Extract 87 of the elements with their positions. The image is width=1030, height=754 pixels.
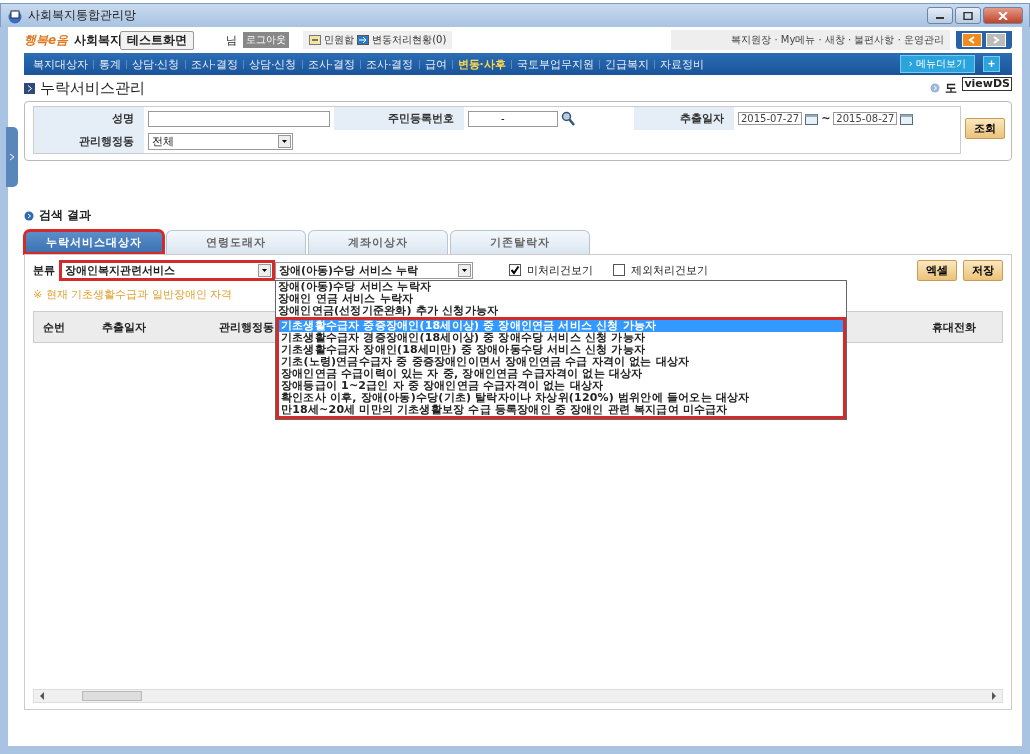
header-link[interactable]: 민원함 [324,33,355,47]
caret-icon [458,263,471,277]
filter-label: 분류 [33,262,55,278]
mailbox-icon [309,35,322,45]
nav-item[interactable]: 통계 [94,56,126,72]
nav-item[interactable]: 복지대상자 [28,56,93,72]
app-icon [7,7,23,24]
date-from-field[interactable]: 2015-07-27 [738,112,803,125]
scroll-left-icon[interactable] [38,692,46,700]
date-separator: ~ [821,112,831,125]
column-header: 추출일자 [101,319,147,335]
nav-item[interactable]: 상담·신청 [127,56,185,72]
field-label: 성명 [34,107,144,130]
nav-item[interactable]: 긴급복지 [599,56,654,72]
dropdown-option[interactable]: 장애등급이 1~2급인 자 중 장애인연금 수급자격이 없는 대상자 [276,379,846,392]
nav-item[interactable]: 국토부업무지원 [511,56,599,72]
subtype-select[interactable]: 장애(아동)수당 서비스 누락 [275,261,473,279]
chevron-right-icon [9,153,15,161]
field-label: 주민등록번호 [334,107,464,130]
nav-item[interactable]: 조사·결정 [185,56,243,72]
checkbox[interactable] [613,264,625,276]
dropdown-option[interactable]: 기초(노령)연금수급자 중 중증장애인이면서 장애인연금 수급 자격이 없는 대상자 [276,355,846,368]
logout-button[interactable]: 로그아웃 [243,32,290,48]
tab[interactable]: 기존탈락자 [450,230,590,254]
tooltip: viewDS [962,77,1012,91]
logo: 행복e음 [24,31,69,49]
nav-item[interactable]: 조사·결정 [361,56,419,72]
dropdown-option[interactable]: 만18세~20세 미만의 기초생활보장 수급 등록장애인 중 장애인 관련 복지급여 미수급자 [276,403,846,419]
tab[interactable]: 연령도래자 [166,230,306,254]
category-select[interactable]: 장애인복지관련서비스 [61,261,273,279]
district-select[interactable]: 전체 [148,133,293,150]
arrow-box-icon [357,35,370,45]
circle-bullet-icon [930,83,941,93]
dropdown-option[interactable]: 장애인연금 수급이력이 있는 자 중, 장애인연금 수급자격이 없는 대상자 [276,367,846,380]
nav-item[interactable]: 조사·결정 [302,56,360,72]
sidebar-toggle[interactable] [6,127,18,187]
column-header: 순번 [42,319,66,335]
test-badge: 테스트화면 [120,30,195,50]
section-title: 검색 결과 [39,207,92,224]
column-header: 휴대전화 [931,319,977,335]
action-button[interactable]: 저장 [963,259,1003,281]
quick-links[interactable]: 복지원장 · My메뉴 · 새창 · 불편사항 · 운영관리 [671,30,950,50]
nav-item[interactable]: 급여 [419,56,452,72]
notice-text: ※ 현재 기초생활수급과 일반장애인 자격 [33,287,233,303]
tab[interactable]: 계좌이상자 [308,230,448,254]
dropdown-option[interactable]: 장애인연금(선정기준완화) 추가 신청가능자 [276,304,846,317]
circle-bullet-icon [24,210,34,221]
dropdown-option[interactable]: 확인조사 이후, 장애(아동)수당(기초) 탈락자이나 차상위(120%) 범위안에 들어오는 대상자 [276,391,846,404]
chevron-right-icon [992,36,1000,44]
minimize-button[interactable] [927,7,953,24]
page-title: 누락서비스관리 [40,78,145,98]
close-icon [998,11,1008,20]
field-label: 관리행정동 [34,130,144,153]
dropdown-option[interactable]: 장애인 연금 서비스 누락자 [276,292,846,305]
title-bullet-icon [24,82,35,94]
action-button[interactable]: 엑셀 [917,259,957,281]
horizontal-scrollbar[interactable] [33,689,1003,703]
help-link[interactable]: 도 [945,79,958,97]
date-to-field[interactable]: 2015-08-27 [833,112,898,125]
nav-item[interactable]: 변동·사후 [452,56,511,72]
scroll-thumb[interactable] [82,691,142,701]
header-link[interactable]: 변동처리현황(0) [372,33,447,47]
dropdown-option[interactable]: 장애(아동)수당 서비스 누락자 [276,280,846,293]
checkbox[interactable] [509,264,521,276]
search-icon[interactable] [561,111,575,126]
close-button[interactable] [983,7,1023,24]
tab[interactable]: 누락서비스대상자 [24,230,164,254]
user-suffix: 님 [226,32,238,48]
maximize-icon [963,11,973,20]
nav-item[interactable]: 자료정비 [654,56,709,72]
checkbox-label[interactable]: 제외처리건보기 [631,262,708,278]
id-number-input[interactable]: ______-_______ [468,110,558,127]
chevron-left-icon [968,36,976,44]
maximize-button[interactable] [955,7,981,24]
calendar-icon[interactable] [805,112,819,125]
caret-icon [258,263,271,277]
nav-item[interactable]: 상담·신청 [244,56,302,72]
calendar-icon[interactable] [900,112,914,125]
column-header: 관리행정동 [218,319,274,335]
search-button[interactable]: 조회 [965,118,1005,139]
scroll-right-icon[interactable] [990,692,998,700]
field-label: 추출일자 [634,107,734,130]
caret-icon [278,135,291,148]
system-name: 사회복지 [74,31,123,49]
window-title: 사회복지통합관리망 [28,7,136,24]
checkbox-label[interactable]: 미처리건보기 [527,262,593,278]
name-input[interactable] [148,110,330,127]
